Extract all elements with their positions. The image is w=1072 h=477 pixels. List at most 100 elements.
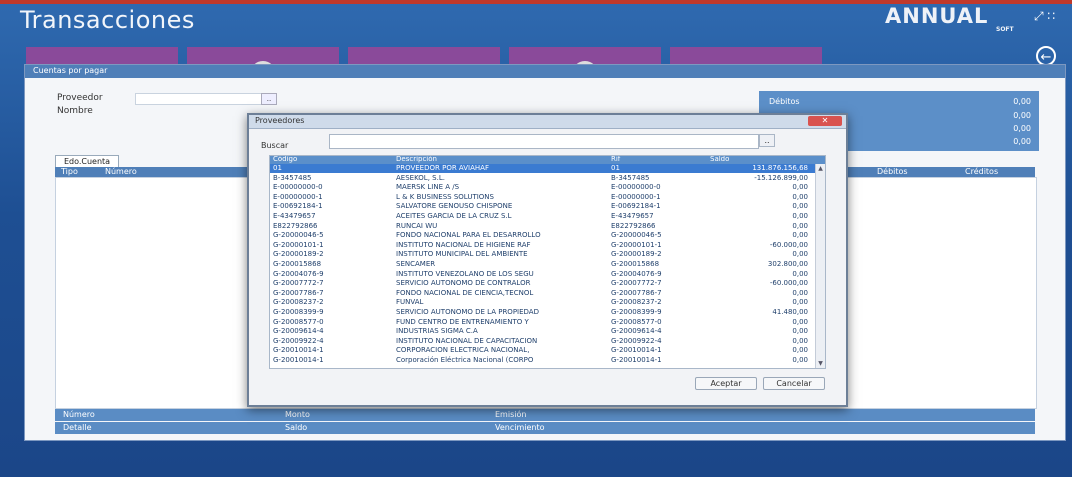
table-cell-code: B-3457485 bbox=[273, 173, 312, 182]
table-cell-rif: B-3457485 bbox=[611, 173, 650, 182]
footer-label: Detalle bbox=[63, 423, 92, 432]
table-cell-saldo: 0,00 bbox=[792, 269, 808, 278]
table-cell-desc: SALVATORE GENOUSO CHISPONE bbox=[396, 202, 513, 211]
table-row[interactable]: E-00000000-0 MAERSK LINE A /S E-00000000-0… bbox=[270, 183, 815, 192]
table-cell-code: G-20009922-4 bbox=[273, 336, 324, 345]
table-cell-rif: G-20000101-1 bbox=[611, 240, 662, 249]
table-cell-rif: E-00000000-1 bbox=[611, 192, 661, 201]
table-cell-desc: SERVICIO AUTONOMO DE CONTRALOR bbox=[396, 279, 531, 288]
table-cell-rif: G-20009922-4 bbox=[611, 336, 662, 345]
table-cell-code: G-20000101-1 bbox=[273, 240, 324, 249]
close-icon[interactable]: ✕ bbox=[808, 116, 842, 126]
table-cell-rif: 01 bbox=[611, 164, 620, 172]
search-button[interactable]: .. bbox=[759, 134, 775, 147]
table-cell-saldo: 0,00 bbox=[792, 221, 808, 230]
table-cell-code: G-200015868 bbox=[273, 260, 322, 268]
table-row[interactable]: G-20000189-2 INSTITUTO MUNICIPAL DEL AMBI… bbox=[270, 250, 815, 259]
back-arrow-icon[interactable]: ← bbox=[1036, 46, 1056, 66]
table-row[interactable]: G-20000101-1 INSTITUTO NACIONAL DE HIGIEN… bbox=[270, 241, 815, 250]
cancel-button[interactable]: Cancelar bbox=[763, 377, 825, 390]
table-cell-desc: FONDO NACIONAL DE CIENCIA,TECNOL bbox=[396, 288, 534, 297]
table-cell-code: E-00000000-1 bbox=[273, 192, 323, 201]
page-title: Transacciones bbox=[20, 6, 195, 34]
table-cell-code: G-20010014-1 bbox=[273, 346, 324, 355]
table-cell-rif: E822792866 bbox=[611, 221, 656, 230]
panel-header: Cuentas por pagar bbox=[25, 65, 1065, 78]
column-header-description[interactable]: Descripción bbox=[396, 156, 437, 163]
column-header-balance[interactable]: Saldo bbox=[710, 156, 729, 163]
table-row[interactable]: E822792866 RUNCAI WU E822792866 0,00 bbox=[270, 222, 815, 231]
table-cell-rif: G-200015868 bbox=[611, 260, 660, 268]
brand-logo-sub: SOFT bbox=[996, 26, 1014, 33]
footer-label: Número bbox=[63, 410, 95, 419]
supplier-lookup-button[interactable]: .. bbox=[261, 93, 277, 105]
window-controls[interactable]: ⤢ ∷ bbox=[1034, 9, 1055, 24]
dialog-title: Proveedores bbox=[255, 116, 305, 125]
detail-footer-row: Número Monto Emisión bbox=[55, 409, 1035, 421]
table-cell-saldo: 0,00 bbox=[792, 202, 808, 211]
table-cell-code: G-20000189-2 bbox=[273, 250, 324, 259]
table-row[interactable]: G-20008577-0 FUND CENTRO DE ENTRENAMIENTO… bbox=[270, 318, 815, 327]
search-input[interactable] bbox=[329, 134, 759, 149]
table-row[interactable]: G-20008399-9 SERVICIO AUTONOMO DE LA PROP… bbox=[270, 308, 815, 317]
footer-label: Saldo bbox=[285, 423, 308, 432]
table-cell-desc: FUND CENTRO DE ENTRENAMIENTO Y bbox=[396, 317, 529, 326]
panel-title: Cuentas por pagar bbox=[33, 66, 108, 75]
table-cell-saldo: 0,00 bbox=[792, 298, 808, 307]
table-header: Código Descripción Rif Saldo bbox=[270, 156, 825, 164]
table-row[interactable]: E-00692184-1 SALVATORE GENOUSO CHISPONE E-… bbox=[270, 202, 815, 211]
scroll-up-icon[interactable]: ▲ bbox=[817, 165, 824, 172]
table-cell-desc: SENCAMER bbox=[396, 260, 436, 268]
table-row[interactable]: G-20009922-4 INSTITUTO NACIONAL DE CAPACI… bbox=[270, 337, 815, 346]
table-cell-code: G-20008237-2 bbox=[273, 298, 324, 307]
table-cell-desc: Corporación Eléctrica Nacional (CORPO bbox=[396, 356, 534, 364]
table-row[interactable]: G-20010014-1 CORPORACION ELECTRICA NACION… bbox=[270, 346, 815, 355]
table-cell-desc: FONDO NACIONAL PARA EL DESARROLLO bbox=[396, 231, 541, 240]
table-cell-rif: E-43479657 bbox=[611, 212, 654, 220]
table-cell-saldo: 0,00 bbox=[792, 317, 808, 326]
supplier-label: Proveedor bbox=[57, 93, 103, 103]
table-cell-rif: G-20000189-2 bbox=[611, 250, 662, 259]
table-row[interactable]: E-43479657 ACEITES GARCIA DE LA CRUZ S.L E… bbox=[270, 212, 815, 221]
totals-value: 0,00 bbox=[1013, 97, 1031, 106]
table-scrollbar[interactable]: ▲ ▼ bbox=[815, 164, 825, 368]
table-row[interactable]: G-20009614-4 INDUSTRIAS SIGMA C.A G-200096… bbox=[270, 327, 815, 336]
table-row[interactable]: G-20008237-2 FUNVAL G-20008237-2 0,00 bbox=[270, 298, 815, 307]
table-cell-rif: G-20007786-7 bbox=[611, 288, 662, 297]
totals-label: Débitos bbox=[769, 97, 800, 106]
table-cell-desc: PROVEEDOR POR AVIAHAF bbox=[396, 164, 489, 172]
table-row[interactable]: B-3457485 AESEKOL, S.L. B-3457485 -15.126.8… bbox=[270, 174, 815, 183]
table-row[interactable]: G-20007786-7 FONDO NACIONAL DE CIENCIA,TE… bbox=[270, 289, 815, 298]
accept-button[interactable]: Aceptar bbox=[695, 377, 757, 390]
table-cell-saldo: 0,00 bbox=[792, 231, 808, 240]
table-cell-rif: G-20010014-1 bbox=[611, 346, 662, 355]
table-row[interactable]: E-00000000-1 L & K BUSINESS SOLUTIONS E-00… bbox=[270, 193, 815, 202]
table-cell-saldo: -15.126.899,00 bbox=[754, 173, 808, 182]
column-header: Tipo bbox=[61, 167, 78, 176]
suppliers-table: Código Descripción Rif Saldo 01 PROVEEDOR… bbox=[269, 155, 826, 369]
scroll-down-icon[interactable]: ▼ bbox=[817, 360, 824, 367]
table-row[interactable]: 01 PROVEEDOR POR AVIAHAF 01 131.876.156,68 bbox=[270, 164, 815, 173]
footer-label: Monto bbox=[285, 410, 310, 419]
table-cell-saldo: 0,00 bbox=[792, 212, 808, 220]
table-cell-saldo: 0,00 bbox=[792, 192, 808, 201]
table-cell-saldo: 0,00 bbox=[792, 346, 808, 355]
table-cell-rif: E-00000000-0 bbox=[611, 183, 661, 192]
brand-logo: ANNUAL bbox=[885, 4, 989, 28]
table-cell-rif: G-20010014-1 bbox=[611, 356, 662, 364]
table-cell-rif: E-00692184-1 bbox=[611, 202, 661, 211]
table-cell-code: G-20000046-5 bbox=[273, 231, 324, 240]
table-cell-desc: CORPORACION ELECTRICA NACIONAL, bbox=[396, 346, 530, 355]
table-row[interactable]: G-20004076-9 INSTITUTO VENEZOLANO DE LOS … bbox=[270, 270, 815, 279]
column-header: Créditos bbox=[965, 167, 999, 176]
column-header-code[interactable]: Código bbox=[273, 156, 297, 163]
column-header-rif[interactable]: Rif bbox=[611, 156, 620, 163]
table-row[interactable]: G-20010014-1 Corporación Eléctrica Nacion… bbox=[270, 356, 815, 365]
supplier-input[interactable] bbox=[135, 93, 277, 105]
table-cell-saldo: 0,00 bbox=[792, 288, 808, 297]
table-row[interactable]: G-200015868 SENCAMER G-200015868 302.800,00 bbox=[270, 260, 815, 269]
table-row[interactable]: G-20000046-5 FONDO NACIONAL PARA EL DESAR… bbox=[270, 231, 815, 240]
totals-value: 0,00 bbox=[1013, 137, 1031, 146]
table-cell-code: G-20004076-9 bbox=[273, 269, 324, 278]
table-row[interactable]: G-20007772-7 SERVICIO AUTONOMO DE CONTRAL… bbox=[270, 279, 815, 288]
